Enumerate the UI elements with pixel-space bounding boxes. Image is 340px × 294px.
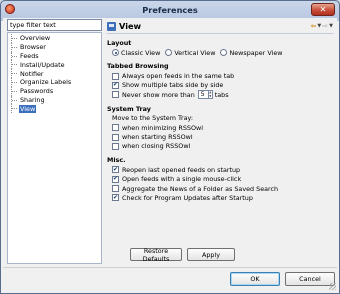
- checkbox-box: [112, 133, 119, 141]
- max-tabs-spinner[interactable]: 5 ▲ ▼: [197, 90, 213, 100]
- close-button[interactable]: ✕: [311, 3, 335, 16]
- checkbox-label: Check for Program Updates after Startup: [122, 193, 253, 202]
- radio-classic-view[interactable]: Classic View: [112, 49, 160, 57]
- spinner-value: 5: [200, 91, 205, 99]
- tree-connector: [11, 51, 17, 61]
- checkbox-tray-starting[interactable]: when starting RSSOwl: [107, 132, 333, 141]
- rssowl-app-icon: [5, 4, 15, 14]
- tabbed-browsing-heading: Tabbed Browsing: [107, 62, 169, 71]
- checkbox-tabs-side-by-side[interactable]: ✔ Show multiple tabs side by side: [107, 81, 333, 90]
- filter-input[interactable]: [7, 19, 102, 31]
- tree-item-install-update[interactable]: Install/Update: [8, 60, 101, 70]
- radio-label: Newspaper View: [229, 48, 283, 57]
- tree-connector: [11, 86, 17, 96]
- tree-connector: [11, 42, 17, 52]
- page-title: View: [119, 21, 142, 31]
- checkbox-label: Open feeds with a single mouse-click: [122, 175, 242, 184]
- checkbox-label: Reopen last opened feeds on startup: [122, 165, 241, 174]
- tree-item-label: View: [19, 104, 37, 113]
- radio-vertical-view[interactable]: Vertical View: [165, 49, 215, 57]
- radio-label: Vertical View: [174, 48, 216, 57]
- tree-item-label: Organize Labels: [20, 78, 72, 87]
- checkbox-label: Never show more than: [122, 90, 195, 99]
- check-icon: ✔: [112, 193, 119, 202]
- preferences-window: Preferences ✕ Overview Browser Feeds Ins…: [0, 0, 340, 294]
- tree-item-feeds[interactable]: Feeds: [8, 51, 101, 61]
- checkbox-tray-minimizing[interactable]: when minimizing RSSOwl: [107, 123, 333, 132]
- resize-grip-icon[interactable]: [329, 283, 336, 290]
- preference-page: View ⇦ ▼ ⇨ ▼ Layout Classic View Vertica…: [107, 19, 333, 264]
- checkbox-label: when minimizing RSSOwl: [122, 123, 203, 132]
- checkbox-check-updates[interactable]: ✔ Check for Program Updates after Startup: [107, 193, 333, 202]
- check-icon: ✔: [112, 175, 119, 183]
- tree-item-label: Passwords: [20, 87, 54, 96]
- menu-dropdown-icon[interactable]: ▼: [329, 23, 333, 29]
- tree-connector: [11, 34, 17, 43]
- tree-connector: [11, 77, 17, 87]
- tree-item-label: Sharing: [20, 95, 45, 104]
- tree-item-sharing[interactable]: Sharing: [8, 95, 101, 105]
- tree-item-label: Notifier: [20, 69, 44, 78]
- tree-item-label: Overview: [20, 34, 51, 43]
- checkbox-box: [112, 185, 119, 193]
- checkbox-never-show-more-than[interactable]: Never show more than 5 ▲ ▼ tabs: [107, 90, 333, 100]
- layout-options: Classic View Vertical View Newspaper Vie…: [107, 48, 333, 57]
- tree-connector: [11, 60, 17, 70]
- radio-indicator: [220, 49, 228, 57]
- tabs-suffix-label: tabs: [214, 90, 229, 99]
- tree-item-label: Install/Update: [20, 60, 65, 69]
- tree-item-browser[interactable]: Browser: [8, 42, 101, 52]
- layout-heading: Layout: [107, 39, 132, 47]
- tree-item-overview[interactable]: Overview: [8, 34, 101, 43]
- misc-heading: Misc.: [107, 156, 126, 165]
- tree-item-label: Browser: [20, 43, 46, 52]
- back-dropdown-icon[interactable]: ▼: [317, 23, 321, 29]
- system-tray-description: Move to the System Tray:: [112, 114, 193, 123]
- checkbox-label: Aggregate the News of a Folder as Saved …: [122, 184, 279, 193]
- radio-indicator: [165, 49, 173, 57]
- tree-item-notifier[interactable]: Notifier: [8, 69, 101, 78]
- ok-button[interactable]: OK: [230, 272, 280, 286]
- checkbox-label: Show multiple tabs side by side: [122, 81, 224, 90]
- radio-newspaper-view[interactable]: Newspaper View: [220, 48, 283, 57]
- forward-arrow-icon[interactable]: ⇨: [322, 22, 328, 30]
- tree-item-view[interactable]: View: [8, 104, 101, 114]
- restore-defaults-button[interactable]: Restore Defaults: [130, 247, 182, 263]
- radio-indicator: [112, 49, 119, 57]
- cancel-button[interactable]: Cancel: [285, 272, 335, 286]
- tree-connector: [11, 104, 17, 114]
- back-arrow-icon[interactable]: ⇦: [311, 22, 317, 30]
- checkbox-aggregate-folder-news[interactable]: Aggregate the News of a Folder as Saved …: [107, 184, 333, 193]
- apply-button[interactable]: Apply: [187, 248, 235, 261]
- dialog-body: Overview Browser Feeds Install/Update No…: [3, 18, 337, 291]
- check-icon: ✔: [112, 165, 119, 174]
- preference-tree: Overview Browser Feeds Install/Update No…: [7, 32, 102, 264]
- tree-connector: [11, 95, 17, 105]
- view-page-icon: [107, 21, 116, 31]
- checkbox-always-open-same-tab[interactable]: Always open feeds in the same tab: [107, 71, 333, 80]
- window-title: Preferences: [142, 4, 198, 15]
- tree-connector: [11, 69, 17, 78]
- check-icon: ✔: [112, 81, 119, 89]
- page-header: View ⇦ ▼ ⇨ ▼: [107, 19, 333, 34]
- checkbox-box: [112, 72, 119, 80]
- spinner-arrows-icon[interactable]: ▲ ▼: [207, 91, 212, 99]
- checkbox-tray-closing[interactable]: when closing RSSOwl: [107, 142, 333, 151]
- footer-divider: [3, 267, 337, 268]
- checkbox-single-click-open[interactable]: ✔ Open feeds with a single mouse-click: [107, 175, 333, 184]
- checkbox-label: when starting RSSOwl: [122, 133, 193, 142]
- tree-item-label: Feeds: [20, 51, 39, 60]
- checkbox-box: [112, 91, 119, 99]
- page-navigation: ⇦ ▼ ⇨ ▼: [311, 22, 333, 30]
- checkbox-label: Always open feeds in the same tab: [122, 72, 235, 81]
- checkbox-label: when closing RSSOwl: [122, 142, 191, 151]
- system-tray-heading: System Tray: [107, 104, 151, 113]
- checkbox-box: [112, 142, 119, 150]
- checkbox-box: [112, 124, 119, 132]
- title-bar: Preferences ✕: [1, 1, 339, 18]
- radio-label: Classic View: [121, 48, 161, 57]
- tree-item-passwords[interactable]: Passwords: [8, 86, 101, 96]
- tree-item-organize-labels[interactable]: Organize Labels: [8, 77, 101, 87]
- checkbox-reopen-last-feeds[interactable]: ✔ Reopen last opened feeds on startup: [107, 165, 333, 174]
